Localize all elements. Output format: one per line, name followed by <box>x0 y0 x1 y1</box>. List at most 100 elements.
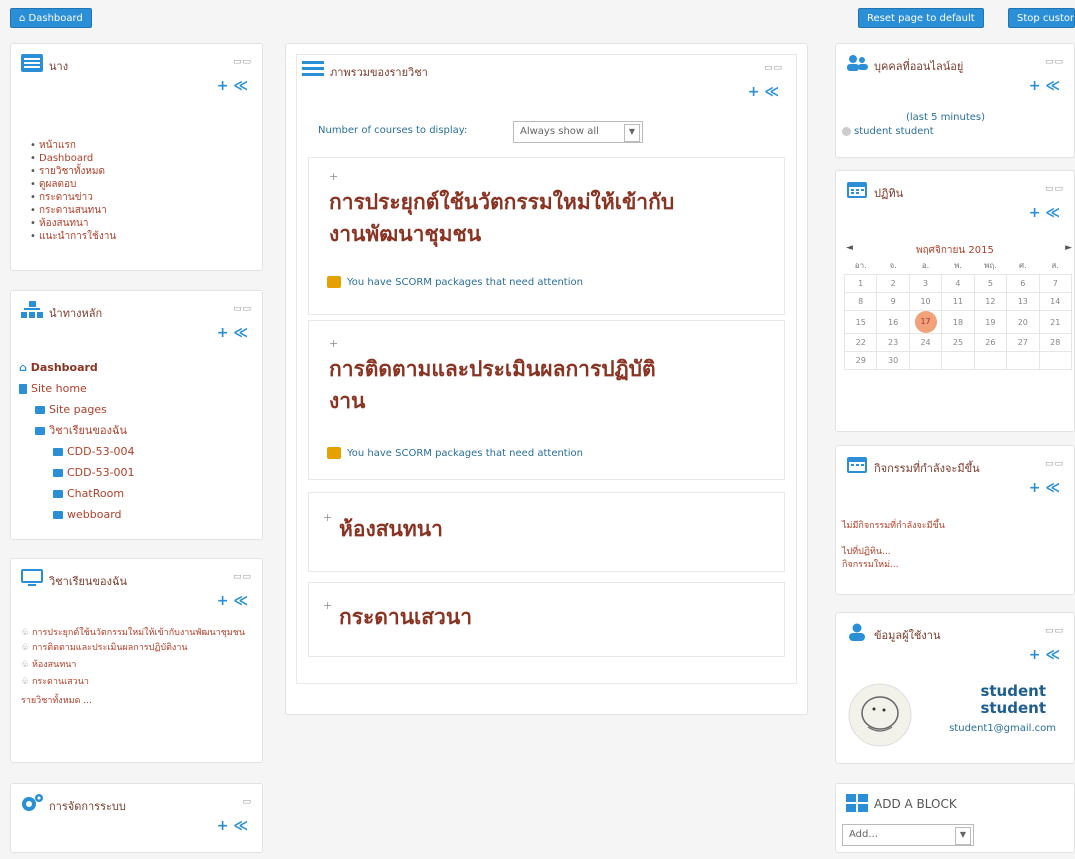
course-title[interactable]: การประยุกต์ใช้นวัตกรรมใหม่ให้เข้ากับ งานพ… <box>329 186 674 250</box>
tree-item-course[interactable]: CDD-53-001 <box>19 462 135 483</box>
all-courses-link[interactable]: รายวิชาทั้งหมด ... <box>21 695 253 708</box>
course-title[interactable]: การติดตามและประเมินผลการปฏิบัติ งาน <box>329 353 656 417</box>
calendar-day[interactable]: 7 <box>1038 274 1073 293</box>
avatar[interactable] <box>848 683 912 747</box>
course-count-select[interactable]: Always show all ▼ <box>513 121 643 143</box>
nav-item[interactable]: รายวิชาทั้งหมด <box>29 165 254 178</box>
new-event-link[interactable]: กิจกรรมใหม่... <box>842 557 899 571</box>
block-move-icon[interactable]: + ≪ <box>1029 647 1060 663</box>
calendar-day[interactable]: 26 <box>973 333 1008 352</box>
nav-item[interactable]: กระดานข่าว <box>29 191 254 204</box>
calendar-day[interactable]: 28 <box>1038 333 1073 352</box>
calendar-day[interactable]: 20 <box>1006 310 1040 334</box>
course-card[interactable]: + กระดานเสวนา <box>308 582 785 657</box>
calendar-day[interactable]: 23 <box>876 333 910 352</box>
calendar-day[interactable]: 6 <box>1006 274 1040 293</box>
expand-icon[interactable]: + <box>329 170 338 183</box>
block-dock-icon[interactable]: ▭▭ <box>1045 459 1064 469</box>
block-move-icon[interactable]: + ≪ <box>1029 205 1060 221</box>
scorm-notice[interactable]: You have SCORM packages that need attent… <box>327 276 583 288</box>
block-dock-icon[interactable]: ▭▭ <box>1045 626 1064 636</box>
course-title[interactable]: กระดานเสวนา <box>339 601 472 633</box>
nav-item[interactable]: แนะนำการใช้งาน <box>29 230 254 243</box>
calendar-day[interactable]: 11 <box>941 292 975 311</box>
course-card[interactable]: + ห้องสนทนา <box>308 492 785 572</box>
calendar-day[interactable]: 27 <box>1006 333 1040 352</box>
nav-item[interactable]: หน้าแรก <box>29 139 254 152</box>
block-dock-icon[interactable]: ▭▭ <box>233 572 252 582</box>
course-title[interactable]: ห้องสนทนา <box>339 513 443 545</box>
expand-icon[interactable]: + <box>323 511 332 524</box>
calendar-today[interactable]: 17 <box>914 311 937 333</box>
calendar-day[interactable]: 29 <box>843 351 878 370</box>
block-dock-icon[interactable]: ▭ <box>242 797 252 807</box>
calendar-day[interactable]: 13 <box>1006 292 1040 311</box>
calendar-day[interactable]: 10 <box>908 292 943 311</box>
block-dock-icon[interactable]: ▭▭ <box>1045 57 1064 67</box>
calendar-day[interactable]: 21 <box>1038 310 1073 334</box>
block-move-icon[interactable]: + ≪ <box>217 818 248 834</box>
calendar-day[interactable]: 4 <box>941 274 975 293</box>
course-card[interactable]: + การประยุกต์ใช้นวัตกรรมใหม่ให้เข้ากับ งา… <box>308 157 785 315</box>
calendar-day[interactable]: 18 <box>941 310 975 334</box>
calendar-day-header: พฤ. <box>984 261 997 270</box>
tree-item-dashboard[interactable]: ⌂ Dashboard <box>19 357 135 378</box>
calendar-day[interactable]: 22 <box>843 333 878 352</box>
calendar-day[interactable]: 2 <box>876 274 910 293</box>
course-link[interactable]: ♧ ห้องสนทนา <box>21 659 253 672</box>
user-name[interactable]: student student <box>936 683 1046 717</box>
calendar-day[interactable]: 12 <box>973 292 1008 311</box>
nav-item[interactable]: ห้องสนทนา <box>29 217 254 230</box>
block-move-icon[interactable]: + ≪ <box>748 84 779 100</box>
calendar-day[interactable]: 9 <box>876 292 910 311</box>
calendar-day <box>1006 351 1040 370</box>
course-link[interactable]: ♧ การติดตามและประเมินผลการปฏิบัติงาน <box>21 642 253 655</box>
calendar-day[interactable]: 14 <box>1038 292 1073 311</box>
no-events-text: ไม่มีกิจกรรมที่กำลังจะมีขึ้น <box>842 521 945 531</box>
block-dock-icon[interactable]: ▭▭ <box>1045 184 1064 194</box>
block-move-icon[interactable]: + ≪ <box>217 78 248 94</box>
block-dock-icon[interactable]: ▭▭ <box>764 63 783 73</box>
course-link[interactable]: ♧ กระดานเสวนา <box>21 676 253 689</box>
calendar-day[interactable]: 8 <box>843 292 878 311</box>
reset-page-button[interactable]: Reset page to default <box>858 8 984 28</box>
customise-page-button[interactable]: Stop customising this page <box>1008 8 1075 28</box>
block-dock-icon[interactable]: ▭▭ <box>233 57 252 67</box>
block-move-icon[interactable]: + ≪ <box>217 325 248 341</box>
course-card[interactable]: + การติดตามและประเมินผลการปฏิบัติ งาน You… <box>308 320 785 480</box>
tree-item-my-courses[interactable]: วิชาเรียนของฉัน <box>19 420 135 441</box>
tree-item-course[interactable]: webboard <box>19 504 135 525</box>
next-month-icon[interactable]: ► <box>1065 243 1072 253</box>
calendar-day[interactable]: 15 <box>843 310 878 334</box>
dashboard-button[interactable]: ⌂ Dashboard <box>10 8 92 28</box>
add-block-select[interactable]: Add... ▼ <box>842 824 974 846</box>
expand-icon[interactable]: + <box>329 337 338 350</box>
block-move-icon[interactable]: + ≪ <box>1029 78 1060 94</box>
calendar-day[interactable]: 5 <box>973 274 1008 293</box>
calendar-day[interactable]: 30 <box>876 351 910 370</box>
tree-item-site-pages[interactable]: Site pages <box>19 399 135 420</box>
calendar-day[interactable]: 16 <box>876 310 910 334</box>
scorm-notice[interactable]: You have SCORM packages that need attent… <box>327 447 583 459</box>
nav-item[interactable]: ดูผลตอบ <box>29 178 254 191</box>
tree-item-course[interactable]: CDD-53-004 <box>19 441 135 462</box>
course-link[interactable]: ♧ การประยุกต์ใช้นวัตกรรมใหม่ให้เข้ากับงา… <box>21 627 253 640</box>
calendar-day[interactable]: 1 <box>843 274 878 293</box>
block-move-icon[interactable]: + ≪ <box>217 593 248 609</box>
calendar-day[interactable]: 3 <box>908 274 943 293</box>
go-to-calendar-link[interactable]: ไปที่ปฏิทิน... <box>842 544 891 558</box>
calendar-day[interactable]: 24 <box>908 333 943 352</box>
prev-month-icon[interactable]: ◄ <box>846 243 853 253</box>
nav-item[interactable]: Dashboard <box>29 152 254 165</box>
calendar-day[interactable]: 17 <box>908 310 943 334</box>
tree-item-site-home[interactable]: Site home <box>19 378 135 399</box>
tree-item-course[interactable]: ChatRoom <box>19 483 135 504</box>
block-dock-icon[interactable]: ▭▭ <box>233 304 252 314</box>
calendar-day[interactable]: 19 <box>973 310 1008 334</box>
expand-icon[interactable]: + <box>323 599 332 612</box>
calendar-day[interactable]: 25 <box>941 333 975 352</box>
nav-item[interactable]: กระดานสนทนา <box>29 204 254 217</box>
online-user[interactable]: student student <box>842 126 934 137</box>
block-move-icon[interactable]: + ≪ <box>1029 480 1060 496</box>
calendar-day-header: จ. <box>889 261 897 270</box>
